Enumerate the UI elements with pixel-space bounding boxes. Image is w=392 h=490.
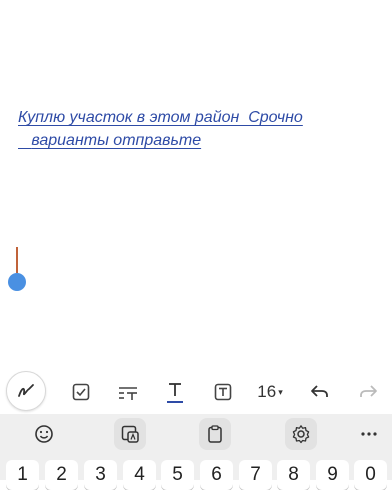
handwriting-pen-icon	[18, 384, 34, 397]
cursor-handle[interactable]	[8, 273, 26, 291]
more-options-button[interactable]	[353, 418, 385, 450]
pen-mode-button[interactable]	[6, 371, 46, 411]
text-cursor	[16, 247, 18, 273]
keyboard-number-row: 1 2 3 4 5 6 7 8 9 0	[0, 460, 392, 490]
key-2[interactable]: 2	[45, 460, 78, 490]
key-7[interactable]: 7	[239, 460, 272, 490]
text-style-icon	[119, 387, 137, 400]
clipboard-button[interactable]	[199, 418, 231, 450]
redo-icon	[360, 385, 377, 397]
key-4[interactable]: 4	[123, 460, 156, 490]
more-icon	[361, 432, 377, 436]
keyboard-settings-button[interactable]	[285, 418, 317, 450]
sticker-icon	[121, 425, 139, 443]
undo-button[interactable]	[306, 370, 334, 414]
text-box-icon	[214, 383, 232, 401]
text-underline-button[interactable]	[160, 370, 190, 414]
sticker-button[interactable]	[114, 418, 146, 450]
note-text[interactable]: Куплю участок в этом район Срочно вариан…	[18, 106, 378, 152]
text-box-button[interactable]	[208, 370, 238, 414]
settings-icon	[292, 425, 310, 444]
emoji-button[interactable]	[28, 418, 60, 450]
checkbox-icon	[72, 383, 90, 401]
key-8[interactable]: 8	[277, 460, 310, 490]
key-3[interactable]: 3	[84, 460, 117, 490]
key-9[interactable]: 9	[316, 460, 349, 490]
chevron-down-icon: ▾	[278, 386, 283, 397]
emoji-icon	[35, 425, 53, 443]
editor-toolbar: 16 ▾	[0, 370, 392, 414]
text-style-button[interactable]	[112, 370, 144, 414]
key-5[interactable]: 5	[161, 460, 194, 490]
underline-text-icon	[167, 383, 183, 403]
font-size-dropdown[interactable]: 16 ▾	[252, 370, 288, 414]
note-canvas[interactable]: Куплю участок в этом район Срочно вариан…	[0, 0, 392, 372]
key-0[interactable]: 0	[354, 460, 387, 490]
key-6[interactable]: 6	[200, 460, 233, 490]
font-size-value: 16	[257, 382, 277, 401]
checklist-button[interactable]	[66, 370, 96, 414]
key-1[interactable]: 1	[6, 460, 39, 490]
clipboard-icon	[208, 425, 222, 443]
undo-icon	[311, 385, 328, 397]
redo-button[interactable]	[354, 370, 382, 414]
